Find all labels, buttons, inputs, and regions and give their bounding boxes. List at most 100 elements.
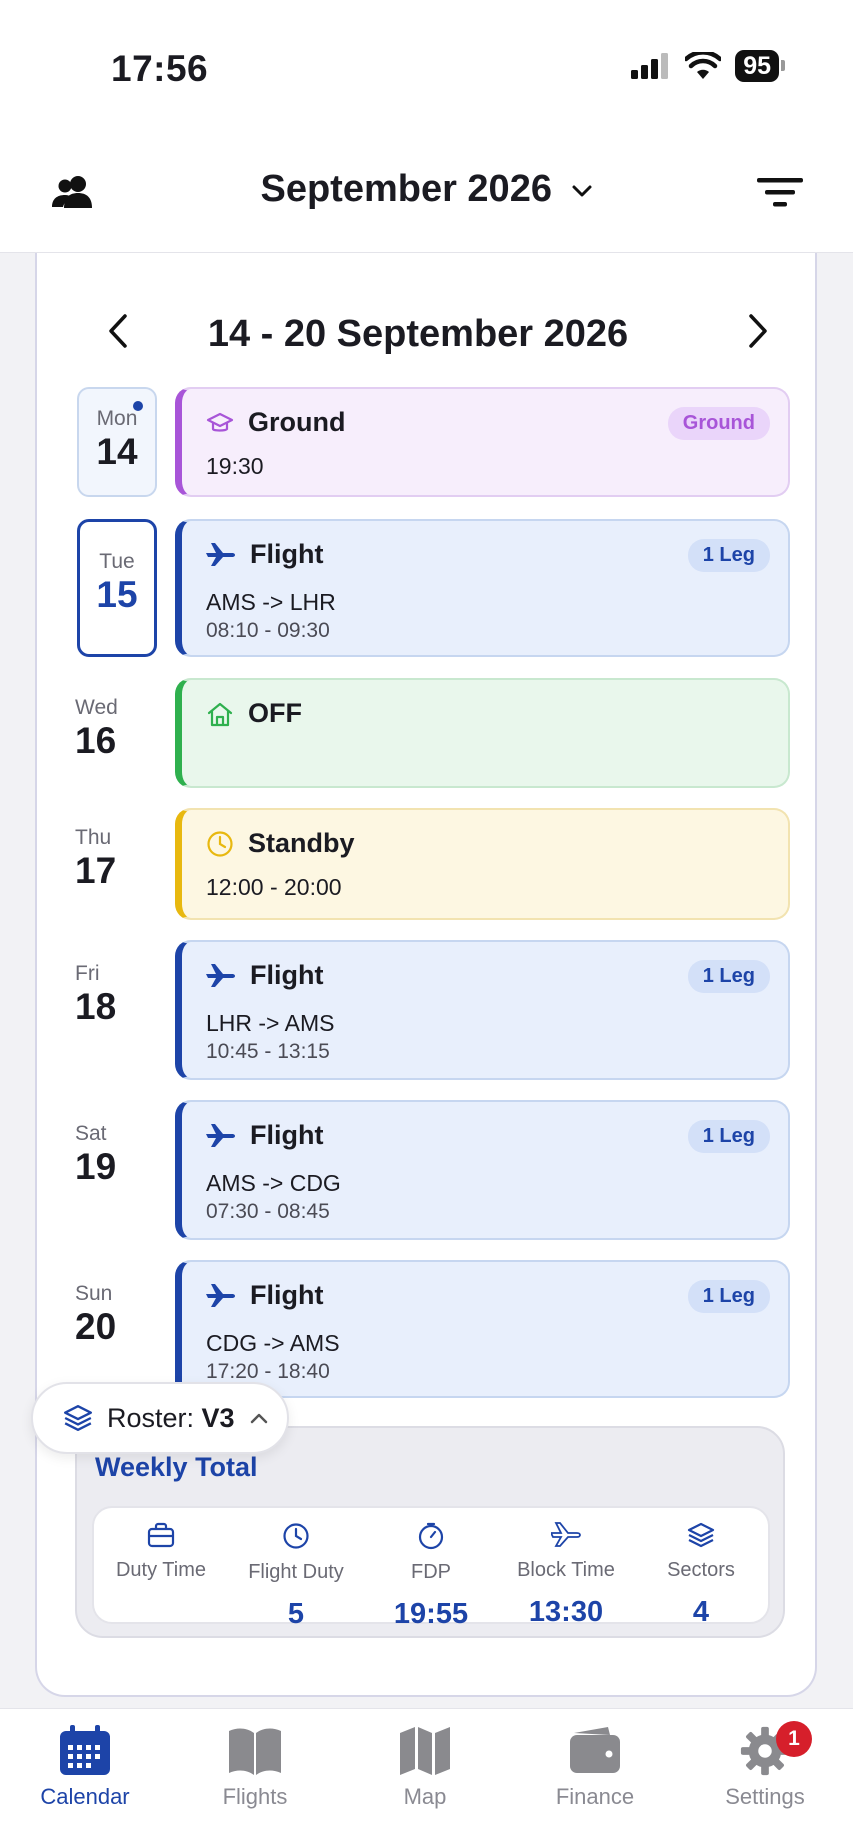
tab-label: Settings (725, 1784, 805, 1809)
wallet-icon (570, 1727, 620, 1773)
stat-label: Sectors (667, 1559, 735, 1581)
standby-card[interactable]: Standby 12:00 - 20:00 (175, 808, 790, 920)
date-fri[interactable]: Fri 18 (75, 962, 155, 1028)
stat-sectors: Sectors 4 (634, 1522, 768, 1629)
event-dot (133, 401, 143, 411)
weekly-total-panel: Weekly Total Duty Time Flight Duty 5 FDP… (75, 1426, 785, 1638)
flight-card[interactable]: Flight 1 Leg LHR -> AMS 10:45 - 13:15 (175, 940, 790, 1080)
status-icons: 95 (631, 50, 785, 82)
month-selector[interactable]: September 2026 (0, 168, 853, 211)
tab-label: Map (403, 1784, 447, 1809)
tab-label: Calendar (40, 1784, 130, 1809)
day-number: 20 (75, 1306, 117, 1347)
flight-card[interactable]: Flight 1 Leg CDG -> AMS 17:20 - 18:40 (175, 1260, 790, 1398)
filter-button[interactable] (757, 178, 803, 213)
roster-version: V3 (201, 1402, 235, 1433)
day-number: 18 (75, 986, 117, 1027)
tab-flights[interactable]: Flights (170, 1725, 340, 1810)
stat-value: 19:55 (393, 1598, 469, 1630)
tab-map[interactable]: Map (340, 1725, 510, 1810)
date-tue-selected[interactable]: Tue 15 (77, 519, 157, 657)
chevron-right-icon (749, 314, 767, 348)
day-of-week: Wed (75, 696, 118, 719)
stat-label: Block Time (517, 1559, 615, 1581)
event-time: 19:30 (206, 453, 264, 479)
book-icon (229, 1728, 281, 1775)
map-icon (400, 1727, 450, 1775)
day-of-week: Sun (75, 1282, 113, 1305)
flight-route: CDG -> AMS (206, 1330, 340, 1356)
home-icon (207, 702, 233, 726)
weekly-stats: Duty Time Flight Duty 5 FDP 19:55 Block … (92, 1506, 770, 1630)
weekly-total-title: Weekly Total (95, 1452, 258, 1482)
roster-version-selector[interactable]: Roster: V3 (31, 1382, 289, 1454)
tab-settings[interactable]: 1 Settings (680, 1721, 850, 1810)
plane-icon (206, 542, 235, 566)
event-badge: Ground (667, 407, 770, 440)
main-content: 14 - 20 September 2026 Mon 14 Ground Gro… (0, 253, 853, 1708)
flight-times: 17:20 - 18:40 (206, 1360, 330, 1383)
month-title: September 2026 (260, 168, 552, 210)
filter-icon (757, 178, 803, 207)
ground-card[interactable]: Ground Ground 19:30 (175, 387, 790, 497)
day-number: 17 (75, 850, 117, 891)
day-of-week: Sat (75, 1122, 107, 1145)
wifi-icon (685, 52, 722, 79)
graduation-cap-icon (206, 412, 234, 432)
chevron-down-icon (572, 185, 592, 197)
notification-badge: 1 (776, 1721, 812, 1757)
date-wed[interactable]: Wed 16 (75, 696, 155, 762)
day-number: 19 (75, 1146, 117, 1187)
date-sun[interactable]: Sun 20 (75, 1282, 155, 1348)
standby-time: 12:00 - 20:00 (206, 874, 342, 900)
day-number: 15 (96, 574, 138, 615)
briefcase-icon (147, 1522, 175, 1548)
stat-value: 5 (287, 1598, 305, 1630)
stat-label: Duty Time (115, 1559, 207, 1581)
day-of-week: Fri (75, 962, 100, 985)
day-of-week: Thu (75, 826, 112, 849)
flight-times: 08:10 - 09:30 (206, 619, 330, 642)
event-title: Standby (248, 828, 355, 858)
event-title: Ground (248, 407, 346, 437)
stat-fdp: FDP 19:55 (364, 1522, 498, 1631)
event-title: Flight (250, 960, 324, 990)
timer-icon (418, 1522, 444, 1550)
status-bar: 17:56 95 (0, 0, 853, 140)
stat-value: 13:30 (528, 1596, 604, 1628)
legs-badge: 1 Leg (687, 1280, 770, 1313)
event-title: Flight (250, 1120, 324, 1150)
next-week-button[interactable] (747, 313, 769, 354)
roster-label: Roster: V3 (107, 1402, 235, 1433)
date-mon[interactable]: Mon 14 (77, 387, 157, 497)
tab-label: Flights (222, 1784, 288, 1809)
tab-finance[interactable]: Finance (510, 1725, 680, 1810)
event-title: OFF (248, 698, 302, 728)
day-of-week: Mon (96, 407, 138, 430)
stat-label: Flight Duty (248, 1561, 344, 1583)
date-thu[interactable]: Thu 17 (75, 826, 155, 892)
event-title: Flight (250, 539, 324, 569)
week-title: 14 - 20 September 2026 (207, 313, 629, 355)
stat-value: 4 (692, 1596, 710, 1628)
legs-badge: 1 Leg (687, 539, 770, 572)
layers-icon (63, 1405, 93, 1431)
off-card[interactable]: OFF (175, 678, 790, 788)
bottom-tab-bar: Calendar Flights Map Finance 1 Settings (0, 1708, 853, 1844)
clock-icon (283, 1523, 309, 1549)
event-title: Flight (250, 1280, 324, 1310)
stat-flight-duty: Flight Duty 5 (229, 1522, 363, 1631)
battery-indicator: 95 (735, 50, 785, 82)
plane-icon (206, 1123, 235, 1147)
flight-times: 10:45 - 13:15 (206, 1040, 330, 1063)
stat-label: FDP (411, 1561, 451, 1583)
flight-card[interactable]: Flight 1 Leg AMS -> CDG 07:30 - 08:45 (175, 1100, 790, 1240)
date-sat[interactable]: Sat 19 (75, 1122, 155, 1188)
tab-calendar[interactable]: Calendar (0, 1725, 170, 1810)
status-time: 17:56 (111, 48, 209, 89)
calendar-icon (60, 1725, 110, 1775)
tab-label: Finance (555, 1784, 635, 1809)
flight-times: 07:30 - 08:45 (206, 1200, 330, 1223)
day-number: 16 (75, 720, 117, 761)
flight-card[interactable]: Flight 1 Leg AMS -> LHR 08:10 - 09:30 (175, 519, 790, 657)
